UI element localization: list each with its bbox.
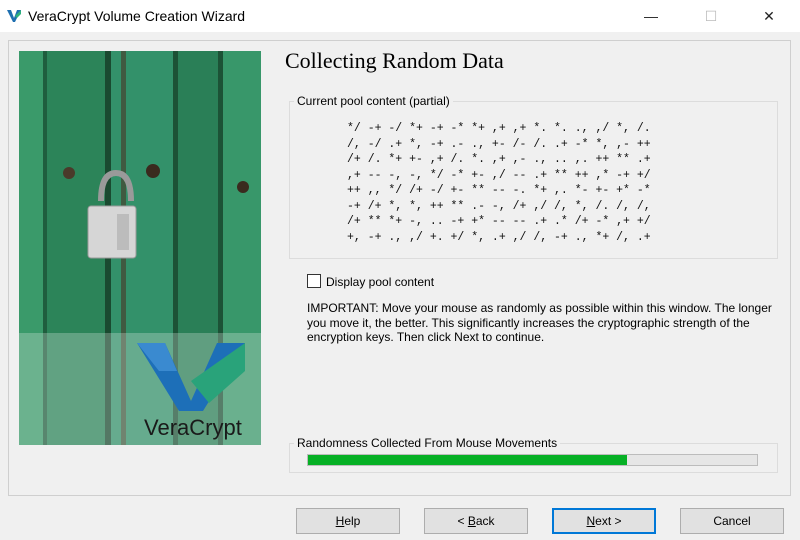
pool-line: /, -/ .+ *, -+ .- ., +- /- /. .+ -* *, ,… xyxy=(347,137,651,151)
cancel-label: Cancel xyxy=(713,514,751,528)
pool-line: /+ ** *+ -, .. -+ +* -- -- .+ .* /+ -* ,… xyxy=(347,215,651,228)
back-prefix: < xyxy=(457,514,468,528)
wizard-banner-image: VeraCrypt xyxy=(19,51,261,445)
veracrypt-logo-text: VeraCrypt xyxy=(144,415,242,440)
pool-content-text: */ -+ -/ *+ -+ -* *+ ,+ ,+ *. *. ., ,/ *… xyxy=(347,121,717,245)
pool-line: ++ ,, */ /+ -/ +- ** -- -. *+ ,. *- +- +… xyxy=(347,184,651,197)
page-title: Collecting Random Data xyxy=(285,48,504,73)
important-instructions: IMPORTANT: Move your mouse as randomly a… xyxy=(307,301,772,344)
next-button[interactable]: Next > xyxy=(552,508,656,534)
pool-line: */ -+ -/ *+ -+ -* *+ ,+ ,+ *. *. ., ,/ *… xyxy=(347,122,651,135)
randomness-progress-bar xyxy=(307,454,758,466)
pool-line: -+ /+ *, *, ++ ** .- -, /+ ,/ /, *, /. /… xyxy=(347,199,651,213)
maximize-icon: ☐ xyxy=(704,7,718,24)
close-icon: ✕ xyxy=(763,7,775,24)
back-button[interactable]: < Back xyxy=(424,508,528,534)
next-label-rest: ext > xyxy=(595,514,622,528)
maximize-button[interactable]: ☐ xyxy=(688,0,734,32)
display-pool-label[interactable]: Display pool content xyxy=(326,275,434,289)
next-mnemonic: N xyxy=(586,514,596,528)
back-mnemonic: B xyxy=(467,514,476,528)
help-label-rest: elp xyxy=(344,514,361,528)
randomness-progress-fill xyxy=(308,455,627,465)
back-label-rest: ack xyxy=(475,514,495,528)
window-title: VeraCrypt Volume Creation Wizard xyxy=(28,8,246,24)
title-bar: VeraCrypt Volume Creation Wizard — ☐ ✕ xyxy=(0,0,800,32)
close-button[interactable]: ✕ xyxy=(746,0,792,32)
help-mnemonic: H xyxy=(335,514,345,528)
help-button[interactable]: Help xyxy=(296,508,400,534)
pool-line: /+ /. *+ +- ,+ /. *. ,+ ,- ., .. ,. ++ *… xyxy=(347,153,651,166)
display-pool-checkbox[interactable] xyxy=(307,274,321,288)
pool-content-group-label: Current pool content (partial) xyxy=(294,94,453,108)
veracrypt-app-icon xyxy=(7,10,21,22)
minimize-button[interactable]: — xyxy=(628,0,674,32)
cancel-button[interactable]: Cancel xyxy=(680,508,784,534)
pool-line: ,+ -- -, -, */ -* +- ,/ -- .+ ** ++ ,* -… xyxy=(347,168,651,182)
pool-line: +, -+ ., ,/ +. +/ *, .+ ,/ /, -+ ., *+ /… xyxy=(347,230,651,244)
padlock-door-illustration xyxy=(19,51,261,445)
randomness-group-label: Randomness Collected From Mouse Movement… xyxy=(294,436,561,450)
minimize-icon: — xyxy=(644,8,658,24)
